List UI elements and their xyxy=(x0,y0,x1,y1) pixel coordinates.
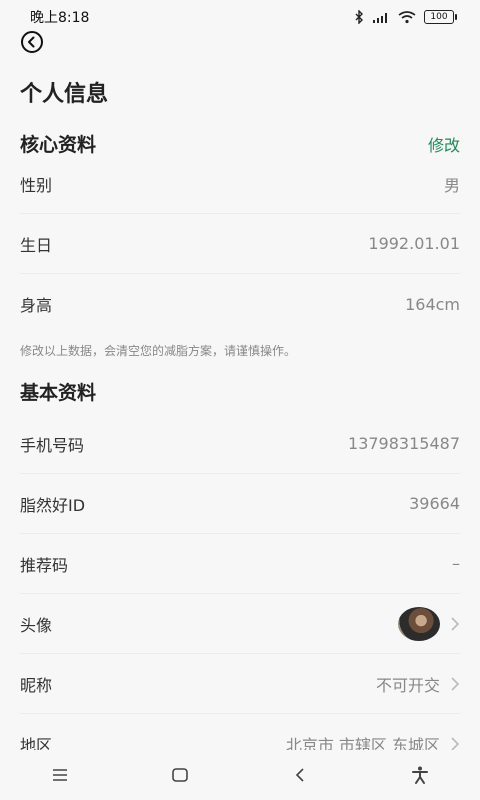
row-referral-code[interactable]: 推荐码 – xyxy=(20,534,460,594)
row-value: 不可开交 xyxy=(376,672,460,696)
row-value: – xyxy=(452,554,460,573)
row-label: 性别 xyxy=(20,175,53,195)
basic-section-title: 基本资料 xyxy=(20,382,97,404)
nickname-value: 不可开交 xyxy=(375,675,440,695)
chevron-right-icon xyxy=(451,616,460,631)
row-birthday[interactable]: 生日 1992.01.01 xyxy=(20,214,460,274)
row-avatar[interactable]: 头像 xyxy=(20,594,460,654)
bluetooth-icon xyxy=(355,10,363,24)
warning-note: 修改以上数据，会清空您的减脂方案，请谨慎操作。 xyxy=(20,344,297,358)
wifi-icon xyxy=(398,10,416,23)
row-value: 13798315487 xyxy=(348,434,460,453)
row-value: 39664 xyxy=(409,494,460,513)
nav-back-button[interactable] xyxy=(286,761,314,789)
row-value xyxy=(398,606,460,641)
back-arrow-icon[interactable] xyxy=(20,30,44,54)
row-label: 脂然好ID xyxy=(20,495,86,515)
row-label: 推荐码 xyxy=(20,555,69,575)
menu-icon xyxy=(53,769,67,781)
chevron-right-icon xyxy=(451,737,460,751)
row-label: 昵称 xyxy=(20,675,53,695)
battery-level: 100 xyxy=(430,12,448,22)
back-icon xyxy=(295,768,304,782)
row-phone[interactable]: 手机号码 13798315487 xyxy=(20,414,460,474)
signal-icon xyxy=(373,13,387,23)
nav-home-button[interactable] xyxy=(166,761,194,789)
row-value: 164cm xyxy=(405,294,460,314)
row-value: 男 xyxy=(443,175,460,195)
chevron-right-icon xyxy=(451,676,460,691)
nav-accessibility-button[interactable] xyxy=(406,761,434,789)
core-section-title: 核心资料 xyxy=(20,134,97,156)
home-icon xyxy=(172,768,188,782)
avatar xyxy=(398,606,440,641)
row-nickname[interactable]: 昵称 不可开交 xyxy=(20,654,460,714)
row-label: 手机号码 xyxy=(20,435,85,455)
page-title: 个人信息 xyxy=(20,82,109,107)
nav-menu-button[interactable] xyxy=(46,761,74,789)
status-bar: 晚上8:18 100 xyxy=(0,0,480,34)
row-user-id[interactable]: 脂然好ID 39664 xyxy=(20,474,460,534)
row-gender[interactable]: 性别 男 xyxy=(20,154,460,214)
row-height[interactable]: 身高 164cm xyxy=(20,274,460,334)
row-label: 生日 xyxy=(20,235,53,255)
battery-icon: 100 xyxy=(424,10,457,24)
edit-core-button[interactable]: 修改 xyxy=(428,132,460,156)
accessibility-icon xyxy=(412,766,428,784)
row-label: 头像 xyxy=(20,615,53,635)
row-label: 身高 xyxy=(20,296,53,315)
system-nav-bar xyxy=(0,750,480,800)
status-time: 晚上8:18 xyxy=(30,10,90,26)
status-icons: 100 xyxy=(354,10,457,24)
row-value: 1992.01.01 xyxy=(368,234,460,253)
